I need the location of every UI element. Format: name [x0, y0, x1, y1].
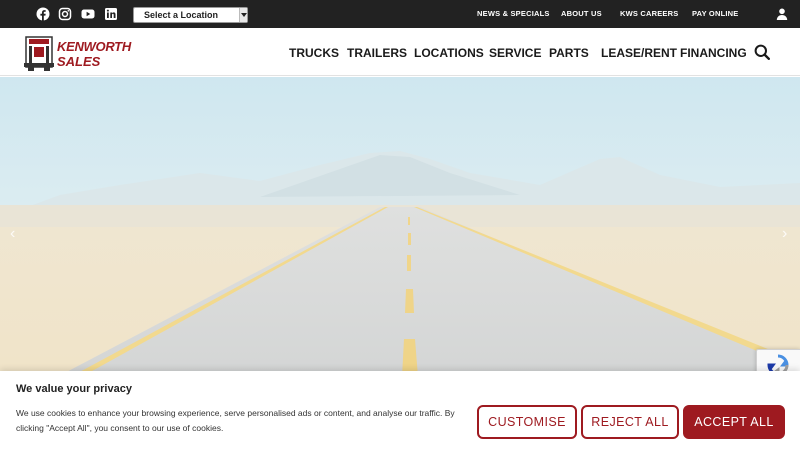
accept-all-button[interactable]: ACCEPT ALL: [683, 405, 785, 439]
cookie-description: We use cookies to enhance your browsing …: [16, 408, 455, 433]
youtube-icon[interactable]: [81, 7, 95, 21]
nav-locations[interactable]: LOCATIONS: [414, 46, 484, 60]
nav-service[interactable]: SERVICE: [489, 46, 541, 60]
reject-all-button[interactable]: REJECT ALL: [581, 405, 679, 439]
search-icon[interactable]: [754, 44, 770, 60]
nav-parts[interactable]: PARTS: [549, 46, 589, 60]
top-bar: Select a Location NEWS & SPECIALS ABOUT …: [0, 0, 800, 28]
logo-line-1: KENWORTH: [57, 39, 131, 54]
nav-lease-rent[interactable]: LEASE/RENT: [601, 46, 677, 60]
news-specials-link[interactable]: NEWS & SPECIALS: [477, 9, 550, 18]
instagram-icon[interactable]: [58, 7, 72, 21]
about-us-link[interactable]: ABOUT US: [561, 9, 602, 18]
cookie-consent-banner: We value your privacy We use cookies to …: [0, 371, 800, 450]
truck-logo-icon: [24, 36, 54, 71]
customise-button[interactable]: CUSTOMISE: [477, 405, 577, 439]
facebook-icon[interactable]: [36, 7, 50, 21]
user-icon[interactable]: [776, 8, 788, 20]
chevron-down-icon: [239, 8, 247, 22]
cookie-title: We value your privacy: [16, 383, 132, 395]
nav-financing[interactable]: FINANCING: [680, 46, 747, 60]
slider-next-arrow[interactable]: ›: [782, 225, 787, 243]
location-select[interactable]: Select a Location: [133, 7, 248, 23]
linkedin-icon[interactable]: [104, 7, 118, 21]
main-header: KENWORTH SALES TRUCKS TRAILERS LOCATIONS…: [0, 28, 800, 76]
nav-trailers[interactable]: TRAILERS: [347, 46, 407, 60]
slider-prev-arrow[interactable]: ‹: [10, 225, 15, 243]
logo-line-2: SALES: [57, 54, 101, 69]
kws-careers-link[interactable]: KWS CAREERS: [620, 9, 678, 18]
pay-online-link[interactable]: PAY ONLINE: [692, 9, 738, 18]
nav-trucks[interactable]: TRUCKS: [289, 46, 339, 60]
location-select-value: Select a Location: [144, 10, 219, 20]
kenworth-sales-logo[interactable]: KENWORTH SALES: [24, 35, 131, 71]
